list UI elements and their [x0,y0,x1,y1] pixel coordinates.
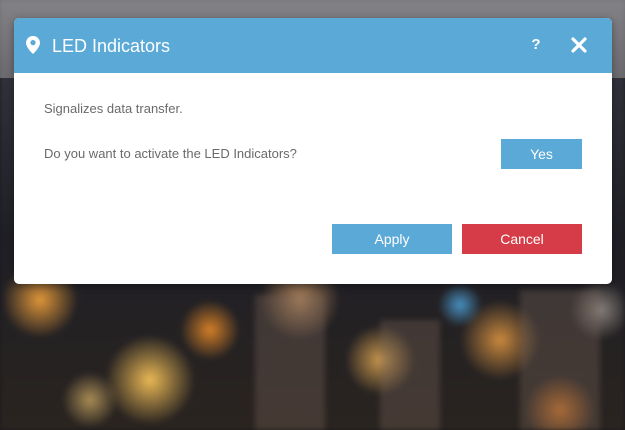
apply-button[interactable]: Apply [332,224,452,254]
close-icon[interactable] [569,35,589,55]
led-indicators-dialog: LED Indicators ? Signalizes data transfe… [14,18,612,284]
activation-question: Do you want to activate the LED Indicato… [44,146,297,161]
cancel-button[interactable]: Cancel [462,224,582,254]
dialog-title: LED Indicators [52,36,171,56]
background-building [380,320,440,430]
dialog-body: Signalizes data transfer. Do you want to… [14,73,612,284]
dialog-header: LED Indicators ? [14,18,612,73]
map-pin-icon [26,36,40,54]
yes-toggle-button[interactable]: Yes [501,139,582,169]
background-building [520,290,600,430]
background-building [255,295,325,430]
question-mark-icon[interactable]: ? [526,35,546,55]
dialog-description: Signalizes data transfer. [44,101,183,116]
